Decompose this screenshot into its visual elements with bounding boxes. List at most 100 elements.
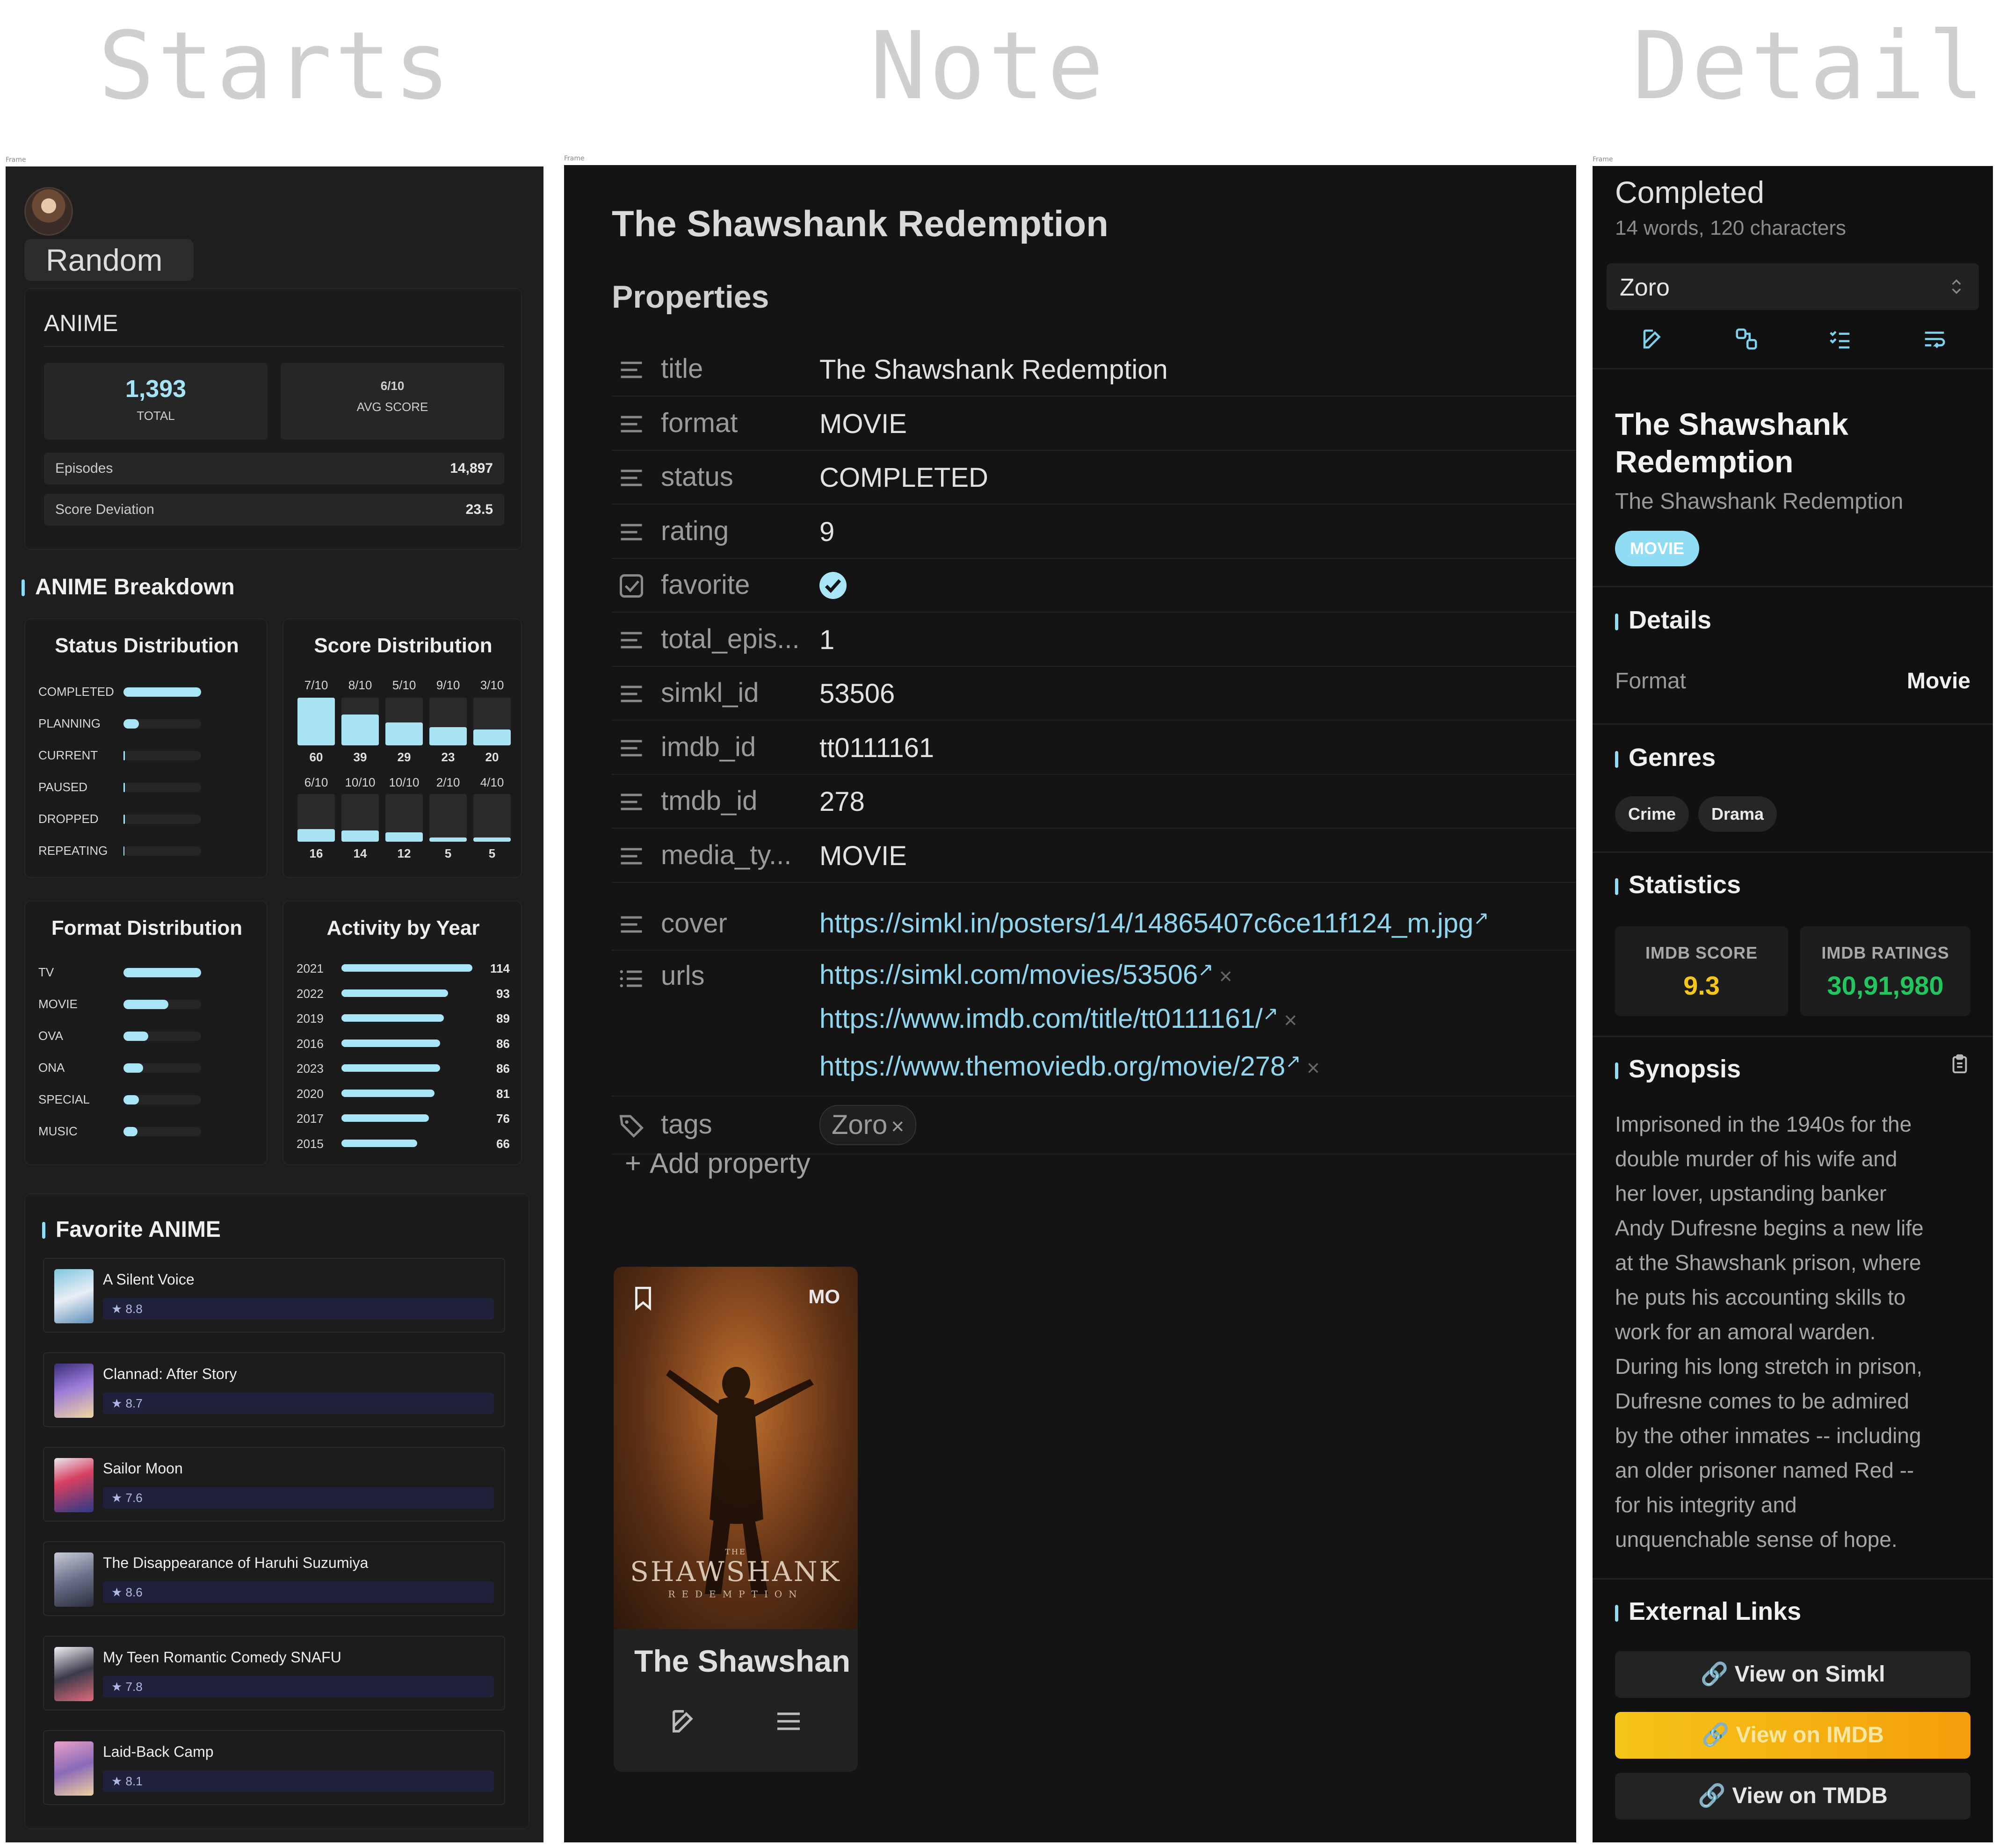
year-count: 66 — [496, 1136, 510, 1151]
year-bar-fill — [341, 1014, 444, 1022]
episodes-row: Episodes 14,897 — [44, 453, 504, 484]
check-icon — [825, 579, 841, 593]
property-key: cover — [661, 908, 727, 938]
view-on-imdb-button[interactable]: 🔗 View on IMDB — [1615, 1712, 1970, 1759]
property-row-cover[interactable]: cover https://simkl.in/posters/14/148654… — [612, 897, 1576, 951]
property-key: rating — [661, 515, 729, 546]
score-bar-track — [341, 794, 379, 842]
menu-icon[interactable] — [774, 1706, 804, 1736]
score-count: 12 — [397, 846, 411, 860]
tag-icon — [619, 1115, 644, 1138]
favorite-item[interactable]: Sailor Moon ★ 7.6 — [43, 1447, 505, 1522]
remove-icon[interactable]: × — [1307, 1056, 1320, 1081]
favorite-score: ★ 8.7 — [103, 1393, 494, 1414]
view-on-simkl-button[interactable]: 🔗 View on Simkl — [1615, 1651, 1970, 1698]
score-bar-track — [429, 794, 467, 842]
bookmark-icon[interactable] — [630, 1285, 657, 1312]
status-label: PLANNING — [38, 716, 101, 730]
property-value[interactable]: MOVIE — [819, 408, 907, 440]
genre-pill-drama[interactable]: Drama — [1698, 796, 1777, 832]
score-bar-track — [473, 794, 511, 842]
property-row-favorite[interactable]: favorite — [612, 559, 1576, 613]
property-value[interactable]: The Shawshank Redemption — [819, 354, 1168, 385]
format-label: MOVIE — [38, 997, 78, 1011]
add-property-button[interactable]: + Add property — [625, 1147, 811, 1179]
favorite-checkbox[interactable] — [819, 572, 847, 599]
poster-card[interactable]: MO THE SHAWSHANK REDEMPTION The Shawshan… — [614, 1267, 858, 1772]
favorite-item[interactable]: Clannad: After Story ★ 8.7 — [43, 1352, 505, 1427]
remove-icon[interactable]: × — [1284, 1008, 1297, 1033]
format-label: OVA — [38, 1029, 63, 1043]
property-value[interactable]: 278 — [819, 786, 865, 817]
starts-panel: Random ANIME 1,393 TOTAL 6/10 AVG SCORE … — [6, 166, 543, 1842]
favorite-item[interactable]: My Teen Romantic Comedy SNAFU ★ 7.8 — [43, 1636, 505, 1711]
score-bar-track — [297, 698, 335, 745]
favorite-item[interactable]: The Disappearance of Haruhi Suzumiya ★ 8.… — [43, 1541, 505, 1616]
frame-label: Frame — [1593, 156, 1613, 163]
property-row-rating[interactable]: rating 9 — [612, 505, 1576, 559]
wrap-text-icon[interactable] — [1922, 326, 1947, 352]
property-row-imdb_id[interactable]: imdb_id tt0111161 — [612, 721, 1576, 775]
detail-title: The Shawshank Redemption — [1615, 407, 1848, 479]
synopsis-text: Imprisoned in the 1940s for the double m… — [1615, 1112, 1924, 1552]
edit-icon[interactable] — [1640, 326, 1666, 352]
property-value[interactable]: MOVIE — [819, 840, 907, 872]
avatar[interactable] — [24, 187, 73, 236]
score-bar-track — [385, 794, 423, 842]
url-link-tmdb[interactable]: https://www.themoviedb.org/movie/278↗ × — [819, 1051, 1320, 1082]
year-bar-fill — [341, 1064, 441, 1072]
score-bar-fill — [341, 715, 379, 745]
remove-icon[interactable]: × — [891, 1114, 904, 1139]
property-value[interactable]: 53506 — [819, 678, 895, 709]
property-row-format[interactable]: format MOVIE — [612, 397, 1576, 451]
link-icon[interactable] — [1734, 326, 1759, 352]
favorite-name: My Teen Romantic Comedy SNAFU — [103, 1649, 341, 1666]
random-button[interactable]: Random — [24, 239, 194, 281]
property-row-status[interactable]: status COMPLETED — [612, 451, 1576, 505]
cover-link[interactable]: https://simkl.in/posters/14/14865407c6ce… — [819, 908, 1489, 939]
deviation-value: 23.5 — [465, 502, 493, 517]
status-label: PAUSED — [38, 780, 87, 794]
property-value[interactable]: COMPLETED — [819, 462, 988, 493]
property-row-tmdb_id[interactable]: tmdb_id 278 — [612, 775, 1576, 829]
score-count: 5 — [444, 846, 452, 860]
favorite-item[interactable]: Laid-Back Camp ★ 8.1 — [43, 1730, 505, 1805]
favorite-item[interactable]: A Silent Voice ★ 8.8 — [43, 1258, 505, 1333]
url-link-imdb[interactable]: https://www.imdb.com/title/tt0111161/↗ × — [819, 1003, 1297, 1034]
property-row-simkl_id[interactable]: simkl_id 53506 — [612, 667, 1576, 721]
year-count: 76 — [496, 1112, 510, 1126]
note-selector[interactable]: Zoro — [1607, 263, 1979, 310]
property-value[interactable]: 1 — [819, 624, 834, 656]
property-row-media_ty[interactable]: media_ty... MOVIE — [612, 829, 1576, 883]
property-row-urls[interactable]: urls https://simkl.com/movies/53506↗ × ht… — [612, 951, 1576, 1097]
genre-pill-crime[interactable]: Crime — [1615, 796, 1689, 832]
edit-icon[interactable] — [669, 1706, 699, 1736]
score-distribution-title: Score Distribution — [314, 634, 493, 657]
property-row-total_epis[interactable]: total_epis... 1 — [612, 613, 1576, 667]
tag-pill[interactable]: Zoro × — [819, 1105, 917, 1145]
remove-icon[interactable]: × — [1219, 964, 1232, 989]
favorite-score: ★ 8.8 — [103, 1298, 494, 1320]
property-row-tags[interactable]: tags Zoro × — [612, 1097, 1576, 1155]
format-badge: MOVIE — [1615, 531, 1699, 566]
year-bar-track — [341, 1114, 472, 1122]
property-value[interactable]: tt0111161 — [819, 732, 934, 764]
url-link-simkl[interactable]: https://simkl.com/movies/53506↗ × — [819, 959, 1232, 990]
clipboard-icon[interactable] — [1949, 1054, 1970, 1075]
favorite-thumbnail — [54, 1458, 94, 1512]
property-row-title[interactable]: title The Shawshank Redemption — [612, 343, 1576, 397]
status-bar-track — [123, 815, 201, 824]
view-on-tmdb-button[interactable]: 🔗 View on TMDB — [1615, 1773, 1970, 1819]
total-stat: 1,393 TOTAL — [44, 363, 268, 440]
format-bar-track — [123, 1000, 201, 1009]
activity-by-year-card: Activity by Year 2021 114 2022 93 2019 89 2016… — [282, 901, 522, 1165]
synopsis-heading: Synopsis — [1615, 1054, 1741, 1083]
score-count: 20 — [485, 750, 499, 764]
external-link-icon: ↗ — [1473, 908, 1489, 929]
score-bar-fill — [385, 832, 423, 842]
format-label: Format — [1615, 669, 1687, 693]
property-key: media_ty... — [661, 839, 792, 870]
checklist-icon[interactable] — [1827, 326, 1853, 352]
poster-title: SHAWSHANK — [630, 1556, 841, 1588]
property-value[interactable]: 9 — [819, 516, 834, 548]
